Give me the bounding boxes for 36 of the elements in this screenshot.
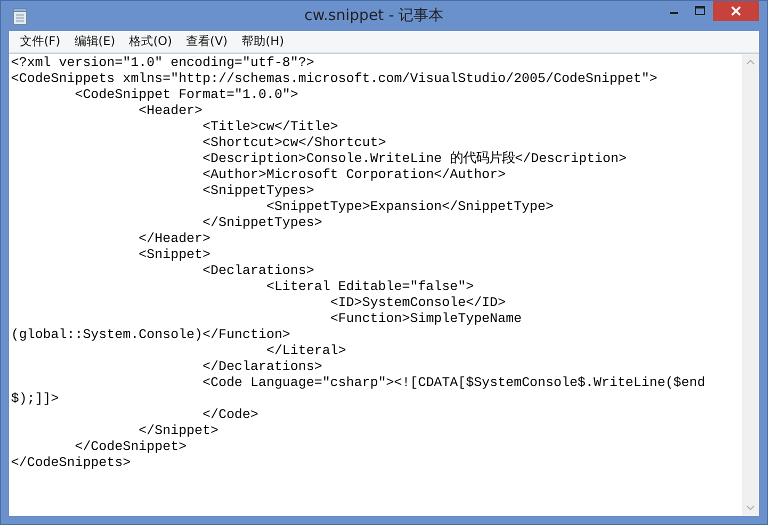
code-line: <Declarations> [202,263,316,279]
code-line: <Title>cw</Title> [202,119,340,135]
menu-item[interactable]: 文件(F) [13,33,68,50]
code-line: </Code> [202,407,260,423]
code-line: <ID>SystemConsole</ID> [329,295,507,311]
window-title: cw.snippet - 记事本 [304,6,444,25]
code-line: </Header> [138,231,212,247]
code-line: </Snippet> [138,423,220,439]
code-line: </CodeSnippets> [11,455,132,471]
code-line: <Header> [138,103,204,119]
code-line: <Author>Microsoft Corporation</Author> [202,167,507,183]
code-line: </CodeSnippet> [74,439,188,455]
menu-item[interactable]: 格式(O) [122,33,180,50]
code-line: </Declarations> [202,359,324,375]
code-line: <Code Language="csharp"><![CDATA[$SystemConsole$.WriteLine($end [202,375,706,391]
code-line: <Description>Console.WriteLine 的代码片段</Description> [202,151,628,167]
close-icon [731,6,741,16]
code-line: <SnippetTypes> [202,183,316,199]
menu-item[interactable]: 帮助(H) [234,33,291,50]
code-line: </SnippetTypes> [202,215,324,231]
code-line: <Literal Editable="false"> [265,279,475,295]
code-line: <CodeSnippet Format="1.0.0"> [74,87,300,103]
close-button[interactable] [713,1,759,21]
code-line: </Literal> [265,343,348,359]
maximize-icon [695,6,705,16]
code-line: <Shortcut>cw</Shortcut> [202,135,388,151]
menu-item[interactable]: 编辑(E) [67,33,122,50]
code-line: (global::System.Console)</Function> [11,327,292,343]
code-line: <SnippetType>Expansion</SnippetType> [265,199,555,215]
code-line: $);]]> [11,391,60,407]
code-line: <?xml version="1.0" encoding="utf-8"?> [11,55,316,71]
code-line: <Snippet> [138,247,212,263]
menu-item[interactable]: 查看(V) [179,33,235,50]
code-line: <Function>SimpleTypeName [329,311,523,327]
notepad-icon [13,8,27,25]
code-line: <CodeSnippets xmlns="http://schemas.microsoft.com/VisualStudio/2005/CodeSnippet"> [11,71,658,87]
